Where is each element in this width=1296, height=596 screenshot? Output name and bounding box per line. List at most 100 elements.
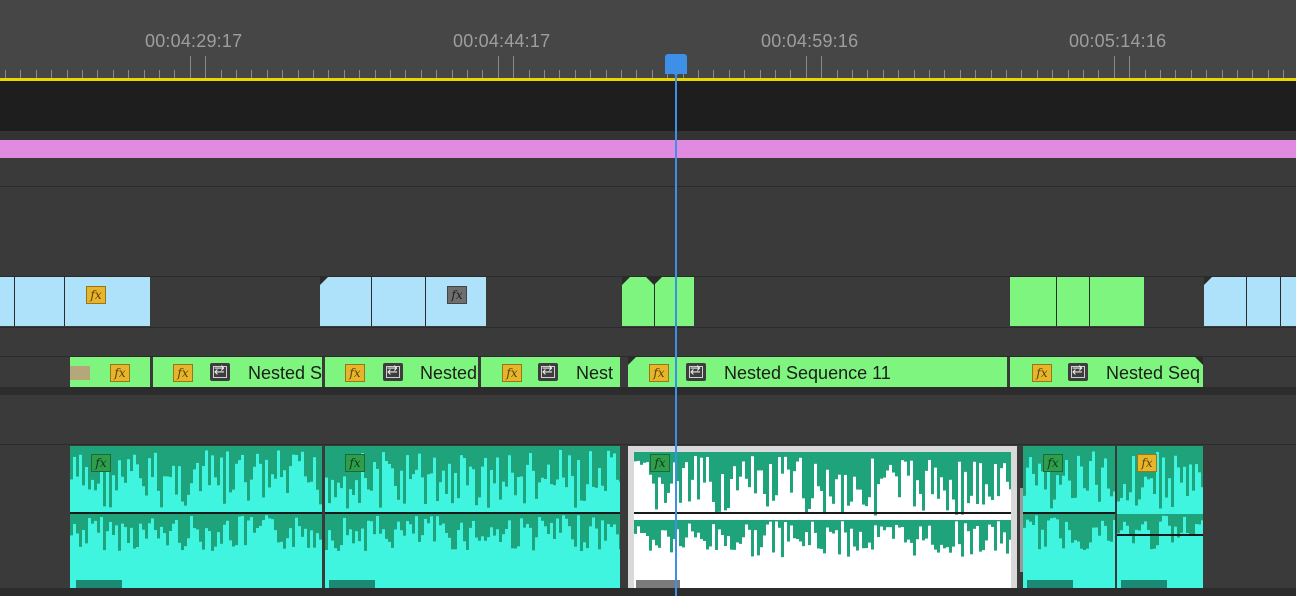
volume-line[interactable]: [634, 512, 1011, 514]
clip-label: Nest: [576, 363, 614, 383]
waveform-bar: [1113, 491, 1115, 588]
fx-badge-icon[interactable]: fx: [1043, 454, 1063, 472]
waveform-bar: [1195, 464, 1198, 588]
ruler-tick: [867, 70, 868, 78]
video-clip-green[interactable]: [622, 277, 694, 326]
nested-sequence-clip[interactable]: fx Nested Seq: [1010, 357, 1203, 387]
waveform-gap: [610, 514, 613, 527]
waveform-bar: [565, 487, 568, 588]
waveform-gap: [760, 520, 763, 548]
waveform-gap: [433, 514, 436, 542]
fx-badge-icon[interactable]: fx: [110, 364, 130, 382]
waveform-bar: [790, 492, 793, 588]
waveform-bar: [376, 468, 379, 588]
waveform-gap: [514, 514, 517, 549]
clip-label: Nested Sequence 11: [724, 363, 891, 383]
waveform-bar: [832, 503, 835, 588]
clip-start-corner-icon: [622, 277, 630, 285]
fx-badge-icon[interactable]: fx: [1032, 364, 1052, 382]
waveform-bar: [1192, 490, 1195, 588]
nested-sequence-clip[interactable]: fx Nest: [481, 357, 620, 387]
waveform-gap: [568, 514, 571, 527]
video-clip[interactable]: [1204, 277, 1296, 326]
fx-badge-icon[interactable]: fx: [1137, 454, 1157, 472]
waveform-gap: [367, 514, 370, 521]
ruler-tick: [405, 70, 406, 78]
ruler-tick: [898, 70, 899, 78]
waveform-gap: [430, 514, 433, 517]
video-clip[interactable]: fx: [320, 277, 486, 326]
waveform-gap: [259, 514, 262, 526]
playhead-line[interactable]: [675, 72, 677, 596]
ruler-tick: [513, 56, 514, 78]
audio-clip[interactable]: fx: [1023, 446, 1115, 588]
waveform-gap: [466, 514, 469, 550]
volume-line[interactable]: [70, 512, 322, 514]
waveform-bar: [1035, 485, 1038, 588]
fx-badge-icon[interactable]: fx: [173, 364, 193, 382]
video-clip[interactable]: fx: [0, 277, 150, 326]
waveform-gap: [256, 514, 259, 529]
waveform-gap: [265, 514, 268, 516]
waveform-gap: [703, 520, 706, 541]
volume-line[interactable]: [1117, 534, 1203, 536]
waveform-gap: [859, 520, 862, 532]
waveform-gap: [85, 514, 88, 544]
fx-badge-icon[interactable]: fx: [91, 454, 111, 472]
ruler-tick: [267, 70, 268, 78]
waveform-gap: [262, 514, 265, 521]
waveform-bar: [370, 490, 373, 588]
fx-badge-icon[interactable]: fx: [345, 454, 365, 472]
ruler-tick: [914, 70, 915, 78]
waveform-gap: [1147, 514, 1150, 530]
fx-badge-icon[interactable]: fx: [649, 364, 669, 382]
audio-clip[interactable]: fx: [70, 446, 322, 588]
ruler-tick: [298, 70, 299, 78]
nested-sequence-clip[interactable]: fx: [70, 357, 150, 387]
ruler-tick: [991, 70, 992, 78]
nested-sequence-clip[interactable]: fx Nested: [325, 357, 478, 387]
fx-badge-icon[interactable]: fx: [447, 286, 467, 304]
waveform-gap: [481, 514, 484, 537]
waveform-gap: [928, 520, 931, 526]
waveform-bar: [1129, 492, 1132, 588]
waveform-bar: [349, 489, 352, 588]
waveform-bar: [748, 487, 751, 588]
waveform-bar: [274, 478, 277, 588]
waveform-gap: [1113, 514, 1115, 521]
waveform-bar: [439, 482, 442, 588]
waveform-bar: [91, 479, 94, 588]
fx-badge-icon[interactable]: fx: [86, 286, 106, 304]
waveform-gap: [700, 520, 703, 540]
waveform-gap: [1156, 514, 1159, 546]
waveform-bar: [898, 497, 901, 588]
video-clip-green[interactable]: [1010, 277, 1144, 326]
audio-clip[interactable]: fx: [325, 446, 620, 588]
horizontal-scrollbar[interactable]: [0, 588, 1296, 596]
fx-badge-icon[interactable]: fx: [650, 454, 670, 472]
waveform-gap: [472, 514, 475, 521]
waveform-bar: [538, 482, 541, 588]
ruler-tick: [575, 70, 576, 78]
waveform-bar: [919, 493, 922, 588]
volume-line[interactable]: [325, 512, 620, 514]
waveform-gap: [1053, 514, 1056, 518]
ruler-tick: [775, 70, 776, 78]
adjustment-layer-clip[interactable]: [0, 140, 1296, 158]
waveform-gap: [736, 520, 739, 543]
fx-badge-icon[interactable]: fx: [345, 364, 365, 382]
waveform-gap: [898, 520, 901, 528]
audio-clip[interactable]: fx: [1117, 446, 1203, 588]
waveform-bar: [343, 476, 346, 588]
waveform-gap: [1174, 514, 1177, 527]
fx-badge-icon[interactable]: fx: [502, 364, 522, 382]
volume-line[interactable]: [1023, 512, 1115, 514]
nested-sequence-clip[interactable]: fx Nested Sequence 11: [628, 357, 1007, 387]
waveform-gap: [415, 514, 418, 517]
time-ruler[interactable]: 00:04:29:17 00:04:44:17 00:04:59:16 00:0…: [0, 0, 1296, 78]
waveform-gap: [919, 520, 922, 527]
waveform-bar: [550, 484, 553, 588]
audio-clip-selected[interactable]: fx: [628, 446, 1017, 588]
clip-start-corner-icon: [628, 357, 636, 365]
nested-sequence-clip[interactable]: fx Nested S: [153, 357, 322, 387]
